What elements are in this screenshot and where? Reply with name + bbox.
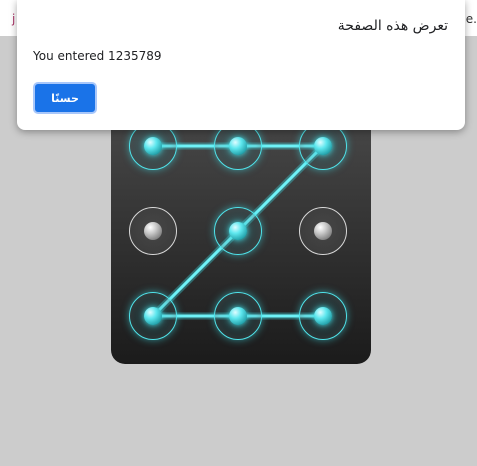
pattern-node-6[interactable] [299, 207, 347, 255]
pattern-lock-board[interactable] [111, 104, 371, 364]
page-text-fragment-left: j [12, 12, 16, 26]
pattern-node-4[interactable] [129, 207, 177, 255]
pattern-dot-icon [229, 137, 247, 155]
ok-button[interactable]: حسنًا [33, 82, 97, 114]
pattern-node-5[interactable] [214, 207, 262, 255]
pattern-dot-icon [144, 307, 162, 325]
pattern-dot-icon [229, 222, 247, 240]
dialog-message: You entered 1235789 [33, 49, 162, 63]
pattern-dot-icon [144, 222, 162, 240]
pattern-dot-icon [314, 307, 332, 325]
pattern-dot-icon [314, 222, 332, 240]
pattern-node-8[interactable] [214, 292, 262, 340]
pattern-dot-icon [229, 307, 247, 325]
page-text-fragment-right: e. [465, 12, 477, 26]
pattern-dot-icon [314, 137, 332, 155]
pattern-dot-icon [144, 137, 162, 155]
pattern-node-7[interactable] [129, 292, 177, 340]
dialog-title: تعرض هذه الصفحة [337, 18, 448, 34]
pattern-node-9[interactable] [299, 292, 347, 340]
alert-dialog: تعرض هذه الصفحة You entered 1235789 حسنً… [17, 0, 465, 130]
